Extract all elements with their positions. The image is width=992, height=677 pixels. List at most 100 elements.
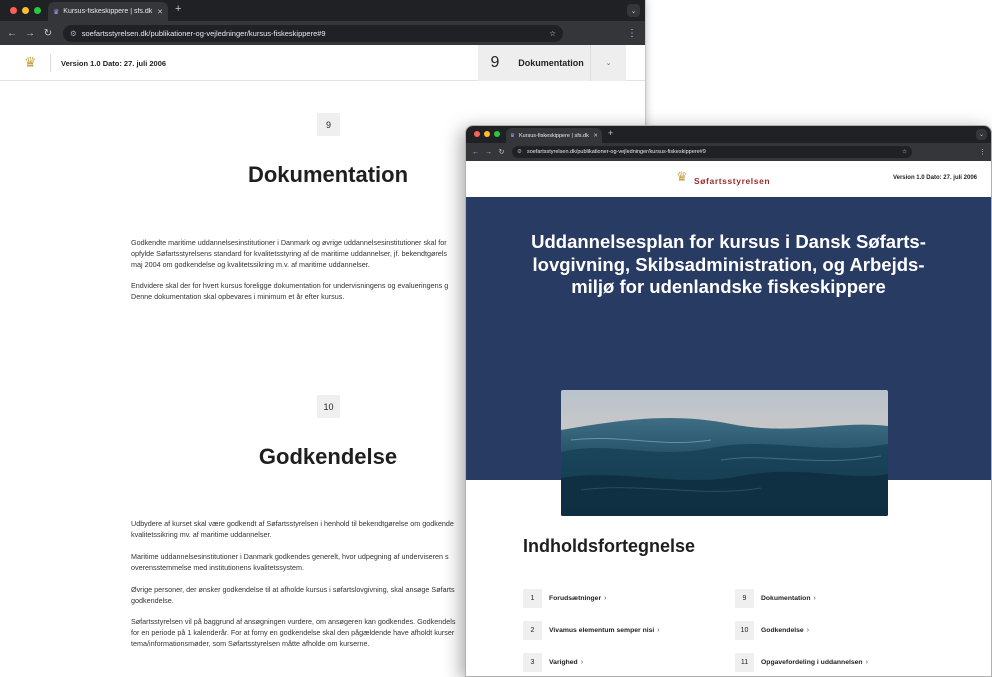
crown-logo-icon[interactable]: ♛ <box>676 169 688 185</box>
chevron-right-icon: › <box>813 595 816 602</box>
toc-label: Varighed <box>549 659 578 666</box>
toc-item[interactable]: 11 Opgavefordeling i uddannelsen › <box>735 653 868 672</box>
close-window-button[interactable] <box>474 131 480 137</box>
toc-number: 1 <box>523 589 542 608</box>
new-tab-icon[interactable]: + <box>608 128 613 138</box>
hero-title-line: miljø for udenlandske fiskeskippere <box>571 276 886 297</box>
section-number-badge: 9 <box>317 113 340 136</box>
crown-logo-icon[interactable]: ♛ <box>24 54 37 71</box>
paragraph-line: opfylde Søfartsstyrelsens standard for k… <box>131 249 447 258</box>
tab-bar: ♛ Kursus-fiskeskippere | sfs.dk ✕ + ⌄ <box>466 126 991 143</box>
page-header: ♛ Søfartsstyrelsen Version 1.0 Dato: 27.… <box>466 161 991 197</box>
toc-number: 3 <box>523 653 542 672</box>
chevron-down-icon[interactable]: ⌄ <box>590 45 626 81</box>
chapter-number: 9 <box>490 54 500 71</box>
close-window-button[interactable] <box>10 7 17 14</box>
hero-title-line: Uddannelsesplan for kursus i Dansk Søfar… <box>531 231 926 252</box>
section-paragraph: Godkendte maritime uddannelsesinstitutio… <box>131 237 476 270</box>
browser-tab[interactable]: ♛ Kursus-fiskeskippere | sfs.dk ✕ <box>48 2 168 21</box>
paragraph-line: Denne dokumentation skal opbevares i min… <box>131 292 345 301</box>
section-paragraph: Øvrige personer, der ønsker godkendelse … <box>131 584 476 606</box>
version-date: Version 1.0 Dato: 27. juli 2006 <box>892 175 977 181</box>
toc-label: Dokumentation <box>761 595 811 602</box>
browser-menu-icon[interactable]: ⋮ <box>627 28 637 39</box>
window-controls <box>474 131 500 137</box>
paragraph-line: for en periode på 1 kalenderår. For at f… <box>131 628 455 637</box>
chevron-right-icon: › <box>657 627 660 634</box>
close-tab-icon[interactable]: ✕ <box>593 133 598 139</box>
maximize-window-button[interactable] <box>494 131 500 137</box>
toc-item[interactable]: 10 Godkendelse › <box>735 621 809 640</box>
paragraph-line: Søfartsstyrelsen vil på baggrund af ansø… <box>131 617 456 626</box>
minimize-window-button[interactable] <box>484 131 490 137</box>
bookmark-star-icon[interactable]: ☆ <box>902 149 907 155</box>
toc-item[interactable]: 2 Vivamus elementum semper nisi › <box>523 621 660 640</box>
chevron-right-icon: › <box>806 627 810 634</box>
paragraph-line: Godkendte maritime uddannelsesinstitutio… <box>131 238 447 247</box>
toc-number: 9 <box>735 589 754 608</box>
page-header: ♛ Version 1.0 Dato: 27. juli 2006 9 Doku… <box>0 45 645 81</box>
toc-item[interactable]: 1 Forudsætninger › <box>523 589 606 608</box>
forward-icon[interactable]: → <box>21 28 39 39</box>
chevron-right-icon: › <box>865 659 868 666</box>
maximize-window-button[interactable] <box>34 7 41 14</box>
header-divider <box>50 54 51 72</box>
tab-search-icon[interactable]: ⌄ <box>627 4 640 17</box>
toc-item[interactable]: 9 Dokumentation › <box>735 589 816 608</box>
reload-icon[interactable]: ↻ <box>39 28 57 39</box>
url-field[interactable]: ⚙ soefartsstyrelsen.dk/publikationer-og-… <box>512 146 912 158</box>
forward-icon[interactable]: → <box>482 149 495 156</box>
address-bar: ← → ↻ ⚙ soefartsstyrelsen.dk/publikation… <box>0 21 645 45</box>
bookmark-star-icon[interactable]: ☆ <box>549 29 556 38</box>
crown-icon: ♛ <box>510 132 515 139</box>
crown-icon: ♛ <box>53 8 60 16</box>
close-tab-icon[interactable]: ✕ <box>157 8 163 16</box>
chapter-navigator[interactable]: 9 Dokumentation ⌄ <box>478 45 626 81</box>
browser-menu-icon[interactable]: ⋮ <box>979 148 986 156</box>
chevron-right-icon: › <box>580 659 584 666</box>
sea-wave-image <box>561 390 888 516</box>
browser-tab[interactable]: ♛ Kursus-fiskeskippere | sfs.dk ✕ <box>506 128 602 143</box>
section-paragraph: Endvidere skal der for hvert kursus fore… <box>131 280 476 302</box>
section-number-badge: 10 <box>317 395 340 418</box>
toc-number: 11 <box>735 653 754 672</box>
paragraph-line: godkendelse. <box>131 596 174 605</box>
back-icon[interactable]: ← <box>3 28 21 39</box>
reload-icon[interactable]: ↻ <box>495 148 508 156</box>
back-icon[interactable]: ← <box>469 149 482 156</box>
toc-label: Godkendelse <box>761 627 804 634</box>
section-paragraph: Udbydere af kurset skal være godkendt af… <box>131 518 476 540</box>
browser-window-front: ♛ Kursus-fiskeskippere | sfs.dk ✕ + ⌄ ← … <box>465 125 992 677</box>
brand-wordmark[interactable]: Søfartsstyrelsen <box>694 176 770 186</box>
site-info-icon[interactable]: ⚙ <box>517 149 522 155</box>
paragraph-line: Øvrige personer, der ønsker godkendelse … <box>131 585 455 594</box>
paragraph-line: overensstemmelse med institutionens kval… <box>131 563 304 572</box>
paragraph-line: maj 2004 om godkendelse og kvalitetssikr… <box>131 260 370 269</box>
tab-search-icon[interactable]: ⌄ <box>976 129 987 140</box>
address-bar: ← → ↻ ⚙ soefartsstyrelsen.dk/publikation… <box>466 143 991 161</box>
url-field[interactable]: ⚙ soefartsstyrelsen.dk/publikationer-og-… <box>63 24 563 42</box>
section-paragraph: Søfartsstyrelsen vil på baggrund af ansø… <box>131 616 476 649</box>
toc-number: 10 <box>735 621 754 640</box>
paragraph-line: kvalitetssikring mv. af maritime uddanne… <box>131 530 272 539</box>
sea-wave-illustration <box>561 390 888 516</box>
new-tab-icon[interactable]: + <box>175 3 181 15</box>
toc-title: Indholdsfortegnelse <box>523 536 696 556</box>
site-info-icon[interactable]: ⚙ <box>70 29 77 38</box>
window-controls <box>10 7 41 14</box>
section-paragraph: Maritime uddannelsesinstitutioner i Danm… <box>131 551 476 573</box>
hero-title-line: lovgivning, Skibsadministration, og Arbe… <box>532 253 925 275</box>
hero-title: Uddannelsesplan for kursus i Dansk Søfar… <box>526 231 931 299</box>
url-text: soefartsstyrelsen.dk/publikationer-og-ve… <box>81 28 326 38</box>
paragraph-line: Maritime uddannelsesinstitutioner i Danm… <box>131 552 449 561</box>
version-date: Version 1.0 Dato: 27. juli 2006 <box>61 59 167 68</box>
tab-bar: ♛ Kursus-fiskeskippere | sfs.dk ✕ + ⌄ <box>0 0 645 21</box>
paragraph-line: tema/informationsmøder, som Søfartsstyre… <box>131 639 370 648</box>
chevron-right-icon: › <box>604 595 607 602</box>
paragraph-line: Udbydere af kurset skal være godkendt af… <box>131 519 454 528</box>
toc-item[interactable]: 3 Varighed › <box>523 653 583 672</box>
paragraph-line: Endvidere skal der for hvert kursus fore… <box>131 281 449 290</box>
chapter-label: Dokumentation <box>518 58 584 68</box>
minimize-window-button[interactable] <box>22 7 29 14</box>
tab-title: Kursus-fiskeskippere | sfs.dk <box>63 8 153 15</box>
